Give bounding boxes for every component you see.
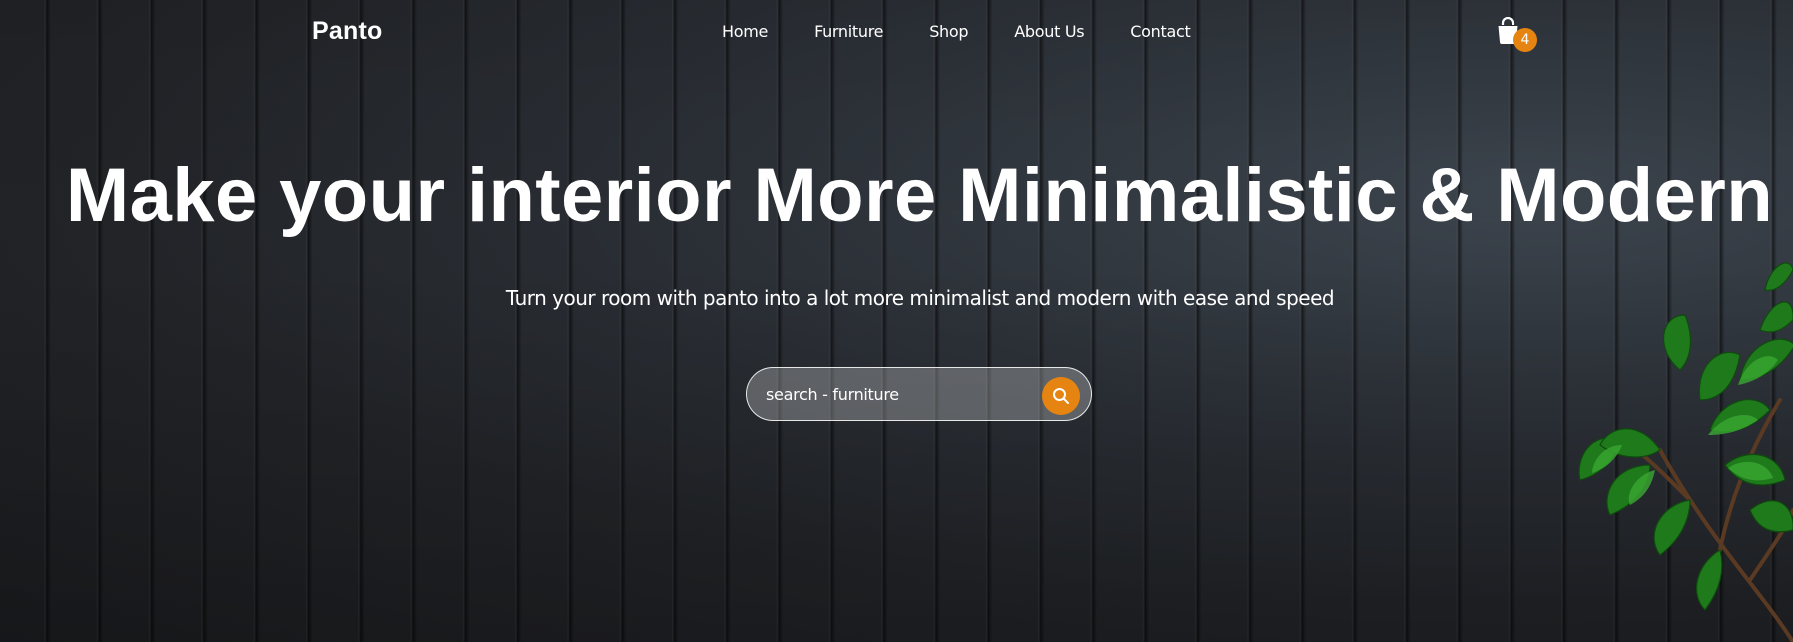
search-input[interactable] <box>766 368 1016 420</box>
cart-button[interactable]: 4 <box>1496 17 1537 53</box>
nav-link-contact[interactable]: Contact <box>1130 22 1190 41</box>
cart-count-badge: 4 <box>1513 28 1537 52</box>
main-menu: Home Furniture Shop About Us Contact <box>722 22 1236 41</box>
nav-link-home[interactable]: Home <box>722 22 768 41</box>
logo[interactable]: Panto <box>312 17 382 46</box>
nav-link-about-us[interactable]: About Us <box>1014 22 1084 41</box>
hero-subtitle: Turn your room with panto into a lot mor… <box>505 286 1335 310</box>
hero-section: Panto Home Furniture Shop About Us Conta… <box>0 0 1793 642</box>
top-nav: Panto Home Furniture Shop About Us Conta… <box>0 0 1793 64</box>
search-button[interactable] <box>1042 377 1080 415</box>
search-icon <box>1053 388 1069 404</box>
hero-title: Make your interior More Minimalistic & M… <box>65 153 1774 238</box>
nav-link-shop[interactable]: Shop <box>929 22 968 41</box>
search-bar <box>746 367 1092 421</box>
nav-link-furniture[interactable]: Furniture <box>814 22 883 41</box>
